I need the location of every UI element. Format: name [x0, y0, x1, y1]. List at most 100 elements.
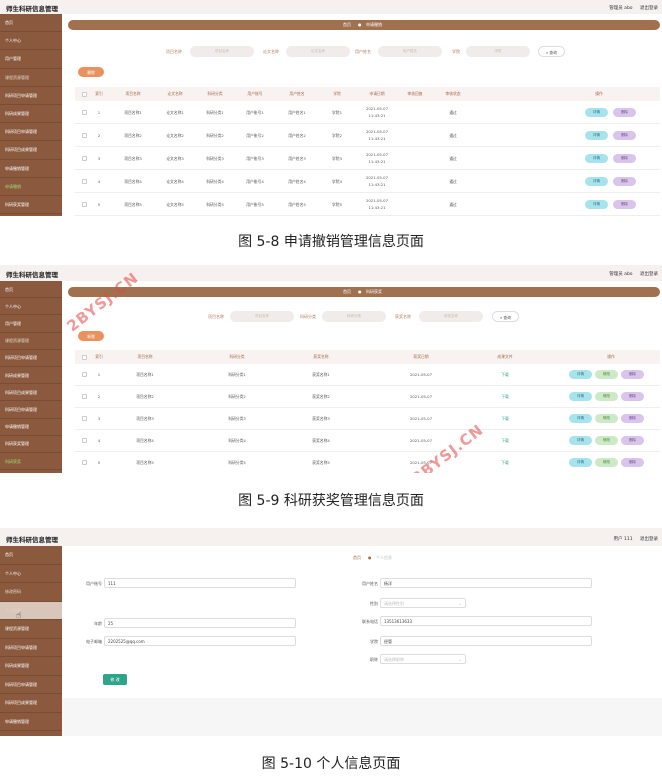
- column-header[interactable]: 项目名称: [123, 354, 167, 360]
- column-header[interactable]: 获奖名称: [299, 354, 343, 360]
- search-button[interactable]: ⌕ 查询: [538, 46, 565, 57]
- logout-link[interactable]: 退出登录: [640, 6, 658, 11]
- logout-link[interactable]: 退出登录: [640, 537, 658, 542]
- sidebar-item[interactable]: 课程资源管理: [0, 620, 62, 639]
- bulk-delete-button[interactable]: 删除: [78, 67, 104, 77]
- breadcrumb-home[interactable]: 首页: [343, 22, 351, 28]
- delete-button[interactable]: 删除: [621, 458, 644, 467]
- detail-button[interactable]: 详情: [585, 177, 608, 186]
- detail-button[interactable]: 详情: [585, 108, 608, 117]
- sidebar-item[interactable]: 申请撤销: [0, 178, 62, 196]
- sidebar-item[interactable]: 科研项目申请管理: [0, 87, 62, 105]
- sidebar-item[interactable]: 科研成果管理: [0, 657, 62, 676]
- form-input[interactable]: 杨洋: [380, 578, 592, 588]
- sidebar-item[interactable]: 科研成果管理: [0, 105, 62, 124]
- sidebar-item[interactable]: 科研项目成果管理: [0, 694, 62, 713]
- form-input[interactable]: 2202525@qq.com: [104, 636, 296, 646]
- sidebar-item[interactable]: 首页: [0, 14, 62, 33]
- edit-button[interactable]: 修改: [595, 436, 618, 445]
- sidebar-item[interactable]: 申请撤销管理: [0, 713, 62, 731]
- search-button[interactable]: ⌕ 查询: [492, 311, 519, 322]
- sidebar-item[interactable]: 科研项目申请管理: [0, 401, 62, 419]
- column-header[interactable]: 申请日期: [359, 91, 395, 97]
- column-header[interactable]: 用户姓名: [279, 91, 315, 97]
- column-header[interactable]: 项目名称: [115, 91, 151, 97]
- edit-button[interactable]: 修改: [595, 414, 618, 423]
- column-header[interactable]: 学院: [319, 91, 355, 97]
- form-select[interactable]: 请选择职称 ⌄: [380, 654, 466, 664]
- sidebar-item[interactable]: 科研获奖管理: [0, 196, 62, 215]
- sidebar-item[interactable]: 个人中心: [0, 298, 62, 316]
- form-input[interactable]: 111: [104, 578, 296, 588]
- filter-input[interactable]: 项目名称: [190, 46, 254, 57]
- sidebar-item[interactable]: 首页: [0, 546, 62, 565]
- detail-button[interactable]: 详情: [569, 458, 592, 467]
- column-header[interactable]: 操作: [581, 91, 617, 97]
- download-link[interactable]: 下载: [483, 460, 527, 466]
- delete-button[interactable]: 删除: [621, 392, 644, 401]
- sidebar-item[interactable]: 科研项目成果管理: [0, 141, 62, 160]
- column-header[interactable]: 获奖日期: [399, 354, 443, 360]
- delete-button[interactable]: 删除: [621, 370, 644, 379]
- delete-button[interactable]: 删除: [621, 414, 644, 423]
- delete-button[interactable]: 删除: [613, 154, 636, 163]
- delete-button[interactable]: 删除: [613, 177, 636, 186]
- delete-button[interactable]: 删除: [613, 131, 636, 140]
- edit-button[interactable]: 修改: [595, 370, 618, 379]
- sidebar-item[interactable]: 个人中心: [0, 32, 62, 51]
- sidebar-item[interactable]: 科研项目申请管理: [0, 639, 62, 657]
- sidebar-item[interactable]: 科研获奖: [0, 453, 62, 471]
- column-header[interactable]: 操作: [589, 354, 633, 360]
- column-header[interactable]: 成果文件: [483, 354, 527, 360]
- filter-input[interactable]: 获奖名称: [419, 311, 483, 322]
- download-link[interactable]: 下载: [483, 394, 527, 400]
- column-header[interactable]: 用户账号: [237, 91, 273, 97]
- column-header[interactable]: 索引: [81, 91, 117, 97]
- sidebar-item[interactable]: 科研成果管理: [0, 367, 62, 385]
- edit-button[interactable]: 修改: [595, 392, 618, 401]
- sidebar-item[interactable]: 科研项目申请管理: [0, 123, 62, 142]
- filter-input[interactable]: 科研分类: [322, 311, 386, 322]
- delete-button[interactable]: 删除: [613, 200, 636, 209]
- download-link[interactable]: 下载: [483, 438, 527, 444]
- sidebar-item[interactable]: 申请撤销管理: [0, 419, 62, 436]
- sidebar-item[interactable]: 首页: [0, 281, 62, 299]
- detail-button[interactable]: 详情: [569, 436, 592, 445]
- form-input[interactable]: 经管: [380, 636, 592, 646]
- column-header[interactable]: 索引: [77, 354, 121, 360]
- breadcrumb-home[interactable]: 首页: [343, 289, 351, 295]
- detail-button[interactable]: 详情: [585, 154, 608, 163]
- column-header[interactable]: 论文名称: [157, 91, 193, 97]
- filter-input[interactable]: 用户姓名: [378, 46, 442, 57]
- filter-input[interactable]: 论文名称: [286, 46, 350, 57]
- sidebar-item[interactable]: 课程资源管理: [0, 333, 62, 350]
- form-input[interactable]: 25: [104, 618, 296, 628]
- delete-button[interactable]: 删除: [613, 108, 636, 117]
- edit-button[interactable]: 修改: [595, 458, 618, 467]
- column-header[interactable]: 科研分类: [197, 91, 233, 97]
- detail-button[interactable]: 详情: [585, 131, 608, 140]
- column-header[interactable]: 审核回复: [397, 91, 433, 97]
- column-header[interactable]: 科研分类: [215, 354, 259, 360]
- sidebar-item[interactable]: 用户管理: [0, 50, 62, 69]
- filter-input[interactable]: 学院: [466, 46, 530, 57]
- logout-link[interactable]: 退出登录: [640, 272, 658, 277]
- sidebar-item[interactable]: 科研项目成果管理: [0, 384, 62, 402]
- sidebar-item[interactable]: 科研项目申请管理: [0, 676, 62, 694]
- sidebar-item[interactable]: 申请撤销管理: [0, 160, 62, 178]
- sidebar-item[interactable]: 科研获奖管理: [0, 436, 62, 453]
- sidebar-item[interactable]: 个人中心: [0, 565, 62, 583]
- sidebar-item[interactable]: 个人信息: [0, 601, 62, 620]
- detail-button[interactable]: 详情: [569, 370, 592, 379]
- download-link[interactable]: 下载: [483, 372, 527, 378]
- column-header[interactable]: 审核状态: [435, 91, 471, 97]
- form-select[interactable]: 请选择性别 ⌄: [380, 598, 466, 608]
- sidebar-item[interactable]: 课程资源管理: [0, 69, 62, 87]
- download-link[interactable]: 下载: [483, 416, 527, 422]
- filter-input[interactable]: 项目名称: [230, 311, 294, 322]
- breadcrumb-home[interactable]: 首页: [353, 555, 361, 561]
- sidebar-item[interactable]: 科研项目申请管理: [0, 350, 62, 367]
- detail-button[interactable]: 详情: [569, 414, 592, 423]
- submit-button[interactable]: 修 改: [103, 674, 127, 685]
- sidebar-item[interactable]: 修改密码: [0, 583, 62, 602]
